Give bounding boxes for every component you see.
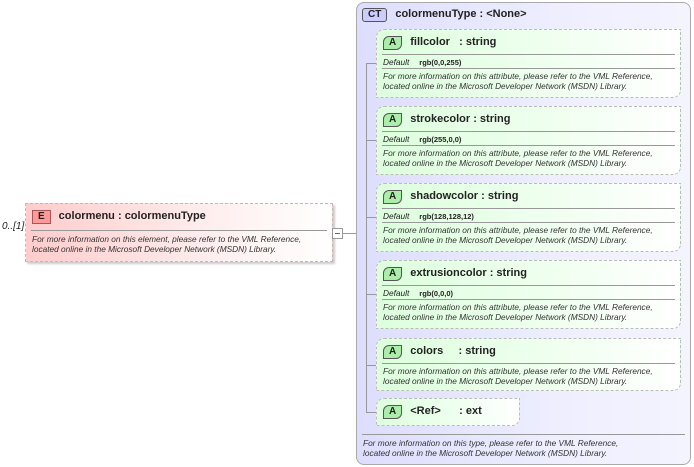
attribute-title: fillcolor : string (410, 36, 497, 48)
default-value: rgb(255,0,0) (419, 135, 462, 144)
attribute-badge: A (383, 190, 403, 204)
ct-title: colormenuType : <None> (395, 8, 527, 20)
attribute-title: colors : string (410, 345, 496, 357)
attribute-badge: A (383, 405, 403, 419)
default-label: Default (383, 211, 410, 221)
occurrence-label: 0..[1] (2, 221, 25, 232)
attribute-title: <Ref> : ext (410, 405, 482, 417)
element-doc-line: located online in the Microsoft Develope… (32, 244, 277, 254)
attribute-doc-line: located online in the Microsoft Develope… (383, 235, 628, 245)
attribute-colors[interactable]: Acolors : string For more information on… (376, 338, 681, 391)
attribute-badge: A (383, 345, 403, 359)
attribute-fillcolor[interactable]: Afillcolor : string Default rgb(0,0,255) … (376, 29, 681, 98)
attribute-badge: A (383, 267, 403, 281)
attribute-doc-line: located online in the Microsoft Develope… (383, 376, 628, 386)
attribute-badge: A (383, 113, 403, 127)
attribute-doc-line: located online in the Microsoft Develope… (383, 312, 628, 322)
attribute-doc-line: For more information on this attribute, … (383, 302, 653, 312)
attribute-doc-line: For more information on this attribute, … (383, 366, 653, 376)
default-value: rgb(0,0,255) (419, 58, 462, 67)
default-label: Default (383, 134, 410, 144)
default-value: rgb(0,0,0) (419, 289, 454, 298)
attribute-doc-line: For more information on this attribute, … (383, 71, 653, 81)
attribute-title: shadowcolor : string (410, 190, 519, 202)
attribute-extrusioncolor[interactable]: Aextrusioncolor : string Default rgb(0,0,… (376, 260, 681, 329)
attribute-shadowcolor[interactable]: Ashadowcolor : string Default rgb(128,128… (376, 183, 681, 252)
ct-doc-line: located online in the Microsoft Develope… (363, 448, 608, 458)
default-label: Default (383, 57, 410, 67)
attribute-strokecolor[interactable]: Astrokecolor : string Default rgb(255,0,0… (376, 106, 681, 175)
element-colormenu[interactable]: Ecolormenu : colormenuType For more info… (25, 203, 333, 262)
attribute-title: strokecolor : string (410, 113, 511, 125)
element-badge: E (32, 210, 51, 224)
element-name: colormenu (58, 210, 115, 222)
attribute-ref-ext[interactable]: A <Ref> : ext (376, 398, 520, 426)
attribute-doc-line: For more information on this attribute, … (383, 225, 653, 235)
attribute-badge: A (383, 36, 403, 50)
ct-doc-line: For more information on this type, pleas… (363, 438, 619, 448)
default-value: rgb(128,128,12) (419, 212, 474, 221)
attribute-doc-line: For more information on this attribute, … (383, 148, 653, 158)
complex-type-colormenuType: CT colormenuType : <None> Afillcolor : st… (356, 2, 691, 465)
ct-badge: CT (362, 8, 388, 22)
attribute-title: extrusioncolor : string (410, 267, 527, 279)
collapse-toggle[interactable] (332, 228, 343, 239)
attribute-doc-line: located online in the Microsoft Develope… (383, 81, 628, 91)
default-label: Default (383, 288, 410, 298)
element-type: colormenuType (124, 210, 206, 222)
element-doc-line: For more information on this element, pl… (32, 234, 302, 244)
attribute-doc-line: located online in the Microsoft Develope… (383, 158, 628, 168)
